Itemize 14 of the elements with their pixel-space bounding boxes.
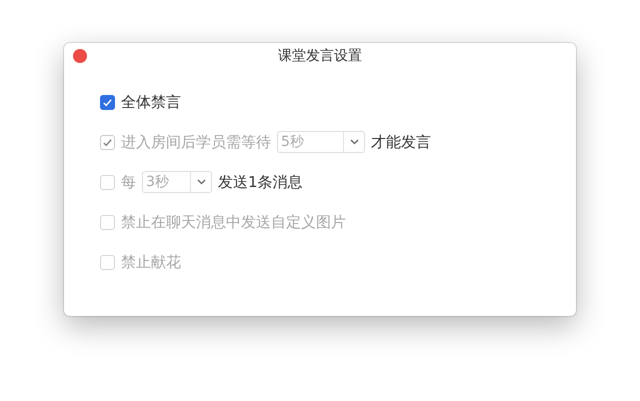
chevron-icon	[350, 139, 358, 145]
option-label: 发送1条消息	[218, 172, 303, 192]
window-title: 课堂发言设置	[278, 47, 362, 65]
option-label: 禁止在聊天消息中发送自定义图片	[121, 212, 346, 232]
option-label: 全体禁言	[121, 92, 181, 112]
checkbox[interactable]	[100, 94, 115, 110]
option-label: 进入房间后学员需等待	[121, 132, 271, 152]
checkmark-icon	[102, 136, 113, 148]
chevron-icon	[196, 179, 206, 185]
option-label: 每	[121, 172, 136, 192]
option-label: 才能发言	[371, 132, 431, 152]
close-button[interactable]	[73, 49, 87, 63]
option-label: 禁止献花	[121, 252, 181, 272]
checkmark-icon	[102, 96, 113, 108]
